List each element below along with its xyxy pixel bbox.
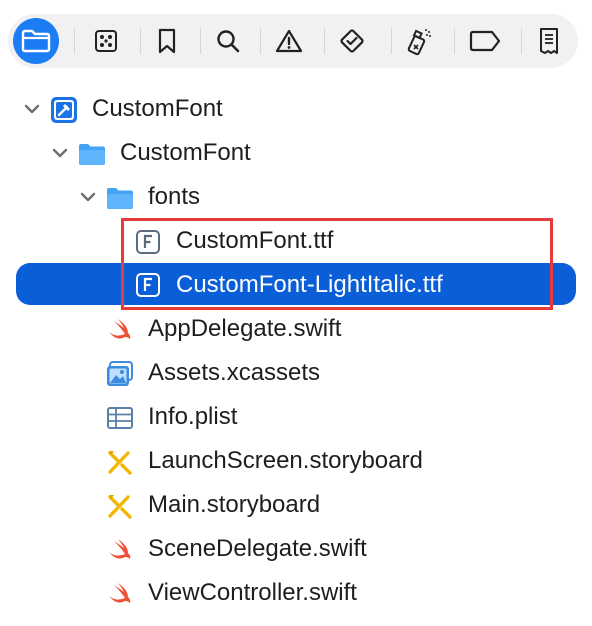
tree-item-label: CustomFont xyxy=(120,139,251,166)
tree-item-label: Main.storyboard xyxy=(148,491,321,518)
swift-file-icon xyxy=(109,539,131,559)
tree-item-label: SceneDelegate.swift xyxy=(148,535,367,562)
tree-item-label: ViewController.swift xyxy=(148,579,357,606)
bookmark-icon xyxy=(158,28,176,54)
folder-icon xyxy=(79,144,105,165)
report-navigator-tab[interactable] xyxy=(526,18,572,64)
tree-item-label: Assets.xcassets xyxy=(148,359,321,386)
tree-row-project[interactable]: CustomFont xyxy=(0,87,592,131)
swift-file-icon xyxy=(109,319,131,339)
chevron-down-icon[interactable] xyxy=(50,143,70,163)
source-control-icon xyxy=(95,30,117,52)
folder-icon xyxy=(107,188,133,209)
tree-row-group[interactable]: CustomFont xyxy=(0,131,592,175)
warning-icon xyxy=(275,29,303,53)
search-icon xyxy=(217,30,240,53)
bookmark-navigator-tab[interactable] xyxy=(144,18,190,64)
storyboard-icon xyxy=(108,495,132,519)
tree-item-label: LaunchScreen.storyboard xyxy=(148,447,423,474)
tree-row-swift-file[interactable]: ViewController.swift xyxy=(0,571,592,615)
test-diamond-icon xyxy=(340,29,364,53)
storyboard-icon xyxy=(108,451,132,475)
tree-row-swift-file[interactable]: SceneDelegate.swift xyxy=(0,527,592,571)
plist-table-icon xyxy=(107,407,133,429)
chevron-down-icon[interactable] xyxy=(22,99,42,119)
xcode-project-icon xyxy=(51,97,77,123)
chevron-down-icon[interactable] xyxy=(78,187,98,207)
navigator-toolbar xyxy=(8,14,578,68)
swift-file-icon xyxy=(109,583,131,603)
debug-navigator-tab[interactable] xyxy=(396,18,442,64)
tree-item-label: CustomFont xyxy=(92,95,223,122)
tree-item-label: Info.plist xyxy=(148,403,238,430)
breakpoint-tag-icon xyxy=(469,30,501,52)
tree-item-label: AppDelegate.swift xyxy=(148,315,342,342)
tree-row-storyboard[interactable]: LaunchScreen.storyboard xyxy=(0,439,592,483)
breakpoint-navigator-tab[interactable] xyxy=(462,18,508,64)
test-navigator-tab[interactable] xyxy=(329,18,375,64)
debug-spray-icon xyxy=(407,29,431,56)
asset-catalog-icon xyxy=(107,361,133,386)
project-navigator-tab[interactable] xyxy=(13,18,59,64)
find-navigator-tab[interactable] xyxy=(205,18,251,64)
tree-row-fonts-folder[interactable]: fonts xyxy=(0,175,592,219)
tree-row-plist[interactable]: Info.plist xyxy=(0,395,592,439)
tree-row-asset-catalog[interactable]: Assets.xcassets xyxy=(0,351,592,395)
folder-icon xyxy=(21,29,51,53)
tree-row-swift-file[interactable]: AppDelegate.swift xyxy=(0,307,592,351)
annotation-highlight-box xyxy=(121,218,553,310)
report-icon xyxy=(540,28,558,54)
tree-item-label: fonts xyxy=(148,183,201,210)
source-control-navigator-tab[interactable] xyxy=(83,18,129,64)
issue-navigator-tab[interactable] xyxy=(266,18,312,64)
tree-row-storyboard[interactable]: Main.storyboard xyxy=(0,483,592,527)
